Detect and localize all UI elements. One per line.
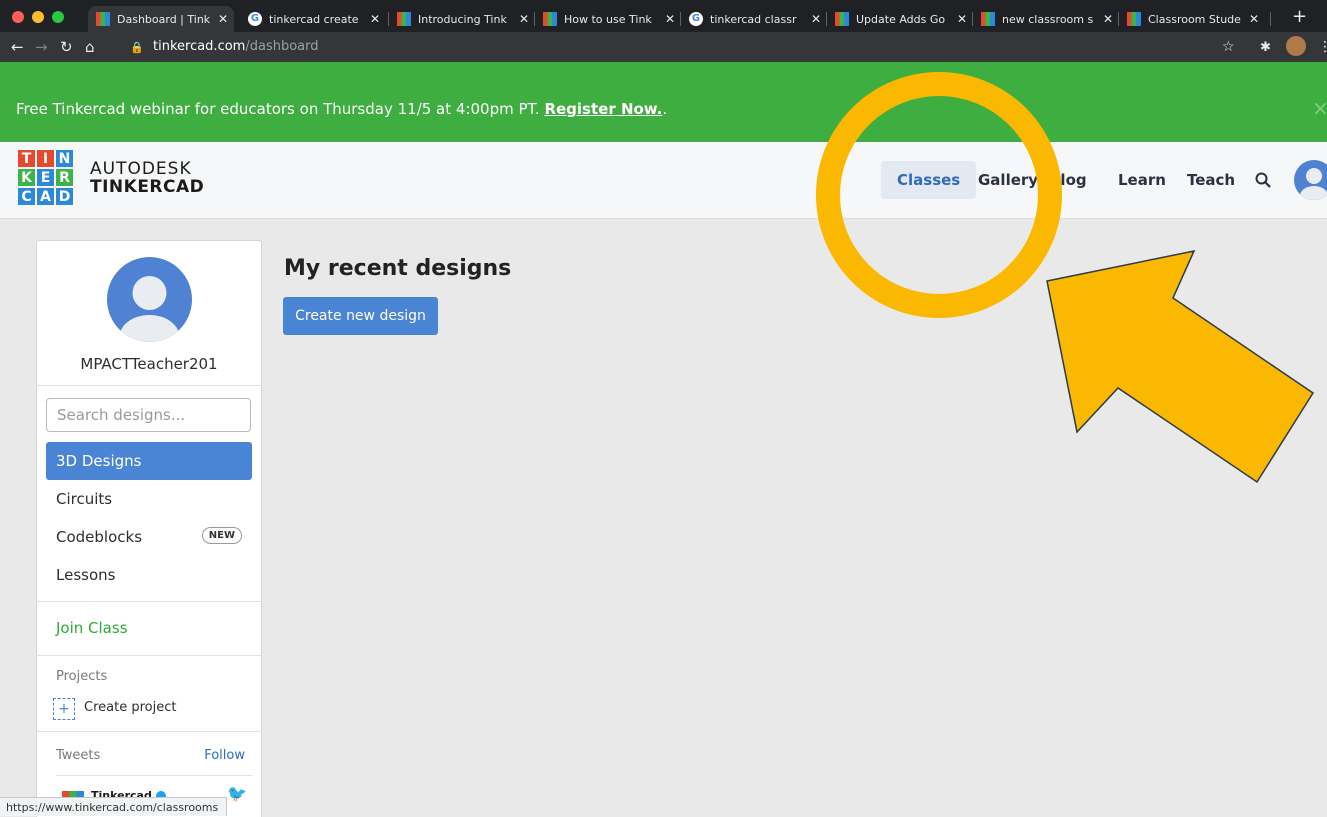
- browser-tab-bar: Dashboard | Tink ✕ G tinkercad create ✕ …: [0, 0, 1327, 32]
- logo-letter: R: [56, 169, 73, 186]
- plus-icon[interactable]: +: [53, 698, 75, 720]
- star-icon[interactable]: ☆: [1222, 39, 1235, 55]
- user-avatar[interactable]: [1294, 160, 1327, 200]
- tab-close-icon[interactable]: ✕: [1249, 12, 1259, 26]
- follow-link[interactable]: Follow: [204, 748, 245, 763]
- status-bar-url: https://www.tinkercad.com/classrooms: [0, 797, 228, 816]
- tab-close-icon[interactable]: ✕: [519, 12, 529, 26]
- tab-close-icon[interactable]: ✕: [218, 12, 228, 26]
- sidebar-item-circuits[interactable]: Circuits: [46, 480, 252, 518]
- tinkercad-icon: [1127, 12, 1141, 26]
- logo-letter: I: [37, 150, 54, 167]
- site-header: TIN KER CAD AUTODESK TINKERCAD Classes Gal…: [0, 142, 1327, 219]
- logo-letter: A: [37, 188, 54, 205]
- divider: [56, 775, 252, 776]
- divider: [37, 731, 261, 732]
- tab-close-icon[interactable]: ✕: [957, 12, 967, 26]
- tinkercad-logo[interactable]: TIN KER CAD: [18, 150, 73, 205]
- home-icon[interactable]: ⌂: [85, 38, 95, 56]
- nav-teach[interactable]: Teach: [1187, 161, 1235, 199]
- tab-new-classroom[interactable]: new classroom s ✕: [973, 6, 1119, 32]
- forward-arrow-icon[interactable]: →: [35, 38, 48, 56]
- google-icon: G: [689, 12, 703, 26]
- lock-icon: 🔒: [130, 41, 144, 54]
- sidebar-item-3d-designs[interactable]: 3D Designs: [46, 442, 252, 480]
- tab-how-to-use[interactable]: How to use Tink ✕: [535, 6, 681, 32]
- divider: [37, 385, 261, 386]
- sidebar-item-codeblocks[interactable]: Codeblocks NEW: [46, 518, 252, 556]
- tab-close-icon[interactable]: ✕: [665, 12, 675, 26]
- divider: [37, 655, 261, 656]
- tinkercad-icon: [981, 12, 995, 26]
- pointer-arrow: [1046, 249, 1315, 484]
- tinkercad-icon: [835, 12, 849, 26]
- nav-learn[interactable]: Learn: [1118, 161, 1166, 199]
- sidebar-item-label: Codeblocks: [56, 528, 143, 546]
- create-new-design-button[interactable]: Create new design: [283, 297, 438, 335]
- tab-close-icon[interactable]: ✕: [1103, 12, 1113, 26]
- banner-close-icon[interactable]: ×: [1312, 96, 1327, 120]
- join-class-link[interactable]: Join Class: [56, 619, 128, 637]
- window-zoom-dot[interactable]: [52, 11, 64, 23]
- sidebar-item-lessons[interactable]: Lessons: [46, 556, 252, 594]
- extensions-icon[interactable]: ✱: [1260, 40, 1271, 55]
- search-designs-input[interactable]: [46, 398, 251, 432]
- address-bar: ← → ↻ ⌂ 🔒 tinkercad.com/dashboard ☆ ✱ ⋮: [0, 32, 1327, 62]
- window-close-dot[interactable]: [12, 11, 24, 23]
- tinkercad-icon: [543, 12, 557, 26]
- google-icon: G: [248, 12, 262, 26]
- tab-google-classroom[interactable]: G tinkercad classr ✕: [681, 6, 827, 32]
- webinar-banner: Free Tinkercad webinar for educators on …: [0, 62, 1327, 142]
- new-badge: NEW: [201, 527, 242, 544]
- logo-letter: E: [37, 169, 54, 186]
- nav-gallery[interactable]: Gallery: [978, 161, 1038, 199]
- page-title: My recent designs: [284, 256, 512, 281]
- logo-letter: D: [56, 188, 73, 205]
- tab-dashboard[interactable]: Dashboard | Tink ✕: [88, 6, 234, 32]
- logo-letter: N: [56, 150, 73, 167]
- tab-update-adds[interactable]: Update Adds Go ✕: [827, 6, 973, 32]
- profile-avatar[interactable]: [1286, 36, 1306, 56]
- projects-label: Projects: [56, 669, 108, 684]
- nav-blog[interactable]: Blog: [1049, 161, 1087, 199]
- divider: [37, 601, 261, 602]
- brand-name[interactable]: AUTODESK TINKERCAD: [90, 160, 204, 196]
- back-arrow-icon[interactable]: ←: [11, 38, 24, 56]
- tab-separator: [1270, 12, 1271, 26]
- tinkercad-icon: [397, 12, 411, 26]
- sidebar: MPACTTeacher201 3D Designs Circuits Code…: [36, 240, 262, 817]
- logo-letter: C: [18, 188, 35, 205]
- tinkercad-icon: [96, 12, 110, 26]
- banner-message: Free Tinkercad webinar for educators on …: [16, 100, 668, 118]
- twitter-bird-icon[interactable]: 🐦: [227, 784, 247, 803]
- nav-classes[interactable]: Classes: [881, 161, 977, 199]
- search-icon[interactable]: [1255, 161, 1271, 199]
- window-minimize-dot[interactable]: [32, 11, 44, 23]
- profile-avatar-large[interactable]: [107, 257, 192, 342]
- menu-dots-icon[interactable]: ⋮: [1318, 39, 1327, 55]
- reload-icon[interactable]: ↻: [60, 38, 73, 56]
- tweets-label: Tweets: [56, 748, 101, 763]
- register-now-link[interactable]: Register Now.: [544, 100, 662, 118]
- tab-classroom-student[interactable]: Classroom Stude ✕: [1119, 6, 1265, 32]
- create-project-link[interactable]: Create project: [84, 700, 176, 715]
- url-field[interactable]: tinkercad.com/dashboard: [153, 39, 319, 54]
- tab-close-icon[interactable]: ✕: [370, 12, 380, 26]
- username[interactable]: MPACTTeacher201: [37, 355, 261, 373]
- tab-google-search[interactable]: G tinkercad create ✕: [240, 6, 386, 32]
- logo-letter: K: [18, 169, 35, 186]
- logo-letter: T: [18, 150, 35, 167]
- tab-introducing[interactable]: Introducing Tink ✕: [389, 6, 535, 32]
- new-tab-button[interactable]: +: [1292, 6, 1307, 27]
- tab-close-icon[interactable]: ✕: [811, 12, 821, 26]
